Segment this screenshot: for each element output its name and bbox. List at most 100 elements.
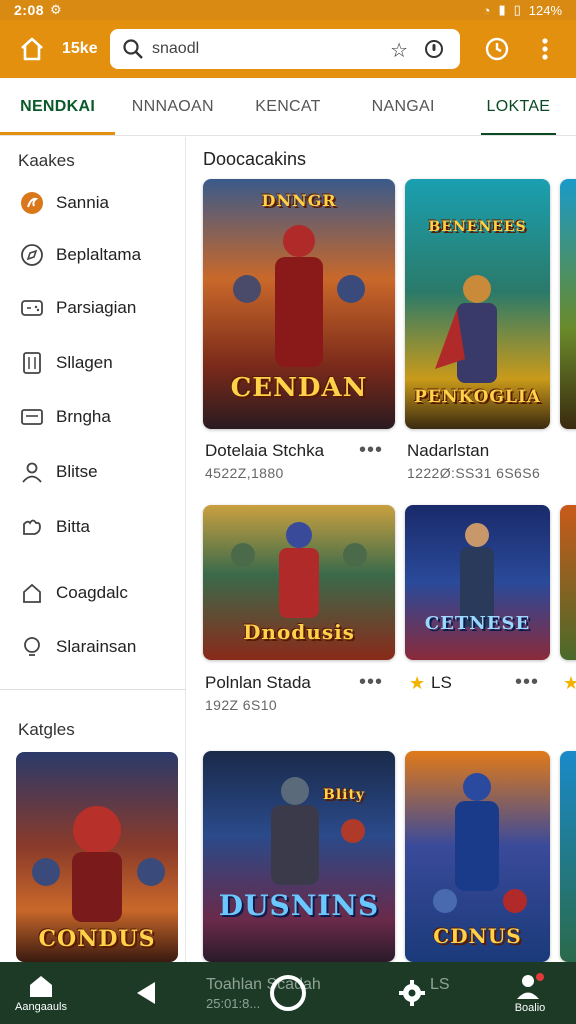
nav-settings[interactable] xyxy=(392,962,432,1024)
nav-back[interactable] xyxy=(126,962,166,1024)
game-title: Polnlan Stada xyxy=(205,673,311,692)
gear-icon xyxy=(399,980,425,1006)
tab-nendkai[interactable]: NENDKAI xyxy=(0,78,116,135)
row-peek-title: LS xyxy=(430,976,450,993)
nav-profile-label: Boalio xyxy=(514,1002,546,1014)
sidebar-item-label: Parsiagian xyxy=(56,298,137,317)
history-button[interactable] xyxy=(482,34,512,64)
game-card[interactable]: DNNGR CENDAN xyxy=(203,179,395,429)
gamepad-icon xyxy=(18,294,46,322)
section-heading: Doocacakins xyxy=(203,149,307,169)
clock-icon xyxy=(485,37,509,61)
sidebar-item-label: Brngha xyxy=(56,407,111,426)
tab-nangai[interactable]: NANGAI xyxy=(346,78,461,135)
game-art xyxy=(271,777,365,885)
home-button[interactable] xyxy=(14,31,50,67)
game-title: Nadarlstan xyxy=(407,441,490,460)
more-options-icon[interactable]: ••• xyxy=(359,671,383,694)
sidebar-item-label: Sannia xyxy=(56,193,109,212)
tab-label: NANGAI xyxy=(371,97,435,115)
search-input[interactable] xyxy=(152,40,372,58)
category-sidebar: Kaakes Sannia Beplaltama Parsiagian Slla… xyxy=(0,137,186,689)
fire-icon xyxy=(18,189,46,217)
game-card-partial[interactable] xyxy=(560,751,576,962)
game-card[interactable]: CETNESE xyxy=(405,505,550,660)
tab-label: NNNAOAN xyxy=(131,97,214,115)
home-icon xyxy=(30,976,52,997)
sidebar-item-brngha[interactable]: Brngha xyxy=(0,395,186,439)
status-icons: ◔ ▮ ▯ 124% xyxy=(483,2,562,18)
nav-profile[interactable]: Boalio xyxy=(500,962,560,1024)
game-art-title: CDNUS xyxy=(433,924,522,948)
sidebar-item-bitta[interactable]: Bitta xyxy=(0,505,186,549)
tab-loktae[interactable]: LOKTAE xyxy=(461,78,576,135)
tab-nnnaoan[interactable]: NNNAOAN xyxy=(115,78,230,135)
sidebar-item-sannia[interactable]: Sannia xyxy=(0,181,186,225)
game-art-title: CENDAN xyxy=(230,373,368,403)
rating-star-icon: ★ xyxy=(409,673,426,693)
game-art xyxy=(460,523,494,627)
search-icon xyxy=(123,39,143,59)
more-vertical-icon xyxy=(542,38,548,60)
nav-home-label: Aangaauls xyxy=(15,1001,67,1013)
tab-label: KENCAT xyxy=(255,97,321,115)
game-art-title: CETNESE xyxy=(424,613,531,634)
game-card[interactable]: CDNUS xyxy=(405,751,550,962)
main-content: Doocacakins DNNGR CENDAN Dotelaia Stchka… xyxy=(187,137,576,962)
game-card-partial[interactable] xyxy=(560,505,576,660)
sidebar-item-slarainsan[interactable]: Slarainsan xyxy=(0,625,186,669)
signal-icon: ▮ xyxy=(498,2,506,17)
sidebar-item-parsiagian[interactable]: Parsiagian xyxy=(0,286,186,330)
sidebar-item-label: Blitse xyxy=(56,462,98,481)
record-icon[interactable] xyxy=(424,39,444,59)
sidebar-item-label: Beplaltama xyxy=(56,245,142,264)
sidebar-item-label: Sllagen xyxy=(56,353,113,372)
status-time: 2:08 xyxy=(14,2,45,18)
home-icon xyxy=(21,37,43,61)
search-box[interactable]: ☆ xyxy=(110,29,460,69)
favorite-star-icon[interactable]: ☆ xyxy=(390,38,408,63)
game-card[interactable]: BENENEES PENKOGLIA xyxy=(405,179,550,429)
home-icon xyxy=(18,579,46,607)
sidebar-item-sllagen[interactable]: Sllagen xyxy=(0,341,186,385)
featured-art-title: CONDUS xyxy=(38,926,156,952)
overflow-menu-button[interactable] xyxy=(530,34,560,64)
more-options-icon[interactable]: ••• xyxy=(359,439,383,462)
battery-icon: ▯ xyxy=(513,2,521,17)
game-meta: 192Z 6S10 xyxy=(205,697,278,713)
brand-label: 15ke xyxy=(62,40,98,57)
compass-icon xyxy=(18,241,46,269)
puzzle-icon xyxy=(18,513,46,541)
game-meta: 4522Z,1880 xyxy=(205,465,284,481)
nav-home[interactable]: Aangaauls xyxy=(10,962,72,1024)
game-title: Dotelaia Stchka xyxy=(205,441,325,460)
game-art-title: PENKOGLIA xyxy=(413,387,542,407)
game-meta: 1222Ø:SSЗ1 6S6S6 xyxy=(407,465,541,481)
app-bar: 15ke ☆ xyxy=(0,20,576,78)
more-options-icon[interactable]: ••• xyxy=(515,671,539,694)
game-card-partial[interactable] xyxy=(560,179,576,429)
tab-label: LOKTAE xyxy=(486,97,551,115)
back-icon xyxy=(137,982,155,1004)
featured-game-card[interactable]: CONDUS xyxy=(16,752,178,962)
battery-level: 124% xyxy=(528,2,562,18)
building-icon xyxy=(18,349,46,377)
sidebar-item-coagdalc[interactable]: Coagdalc xyxy=(0,571,186,615)
rating-star-icon: ★ xyxy=(563,673,576,693)
person-icon xyxy=(18,458,46,486)
game-art-title: DUSNINS xyxy=(218,889,380,922)
tab-label: NENDKAI xyxy=(20,97,96,115)
circle-home-icon xyxy=(270,975,306,1011)
tab-kencat[interactable]: KENCAT xyxy=(230,78,345,135)
status-bar: 2:08 ⚙ ◔ ▮ ▯ 124% xyxy=(0,0,576,20)
sidebar-item-label: Coagdalc xyxy=(56,583,128,602)
sidebar-item-beplaltama[interactable]: Beplaltama xyxy=(0,233,186,277)
nav-home-circle[interactable] xyxy=(266,962,310,1024)
game-card[interactable]: Dnodusis xyxy=(203,505,395,660)
game-card[interactable]: Blity DUSNINS xyxy=(203,751,395,962)
game-title: LS xyxy=(431,673,452,692)
sidebar-item-label: Bitta xyxy=(56,517,91,536)
featured-heading: Katgles xyxy=(18,720,75,739)
sidebar-item-blitse[interactable]: Blitse xyxy=(0,450,186,494)
sidebar-item-label: Slarainsan xyxy=(56,637,137,656)
